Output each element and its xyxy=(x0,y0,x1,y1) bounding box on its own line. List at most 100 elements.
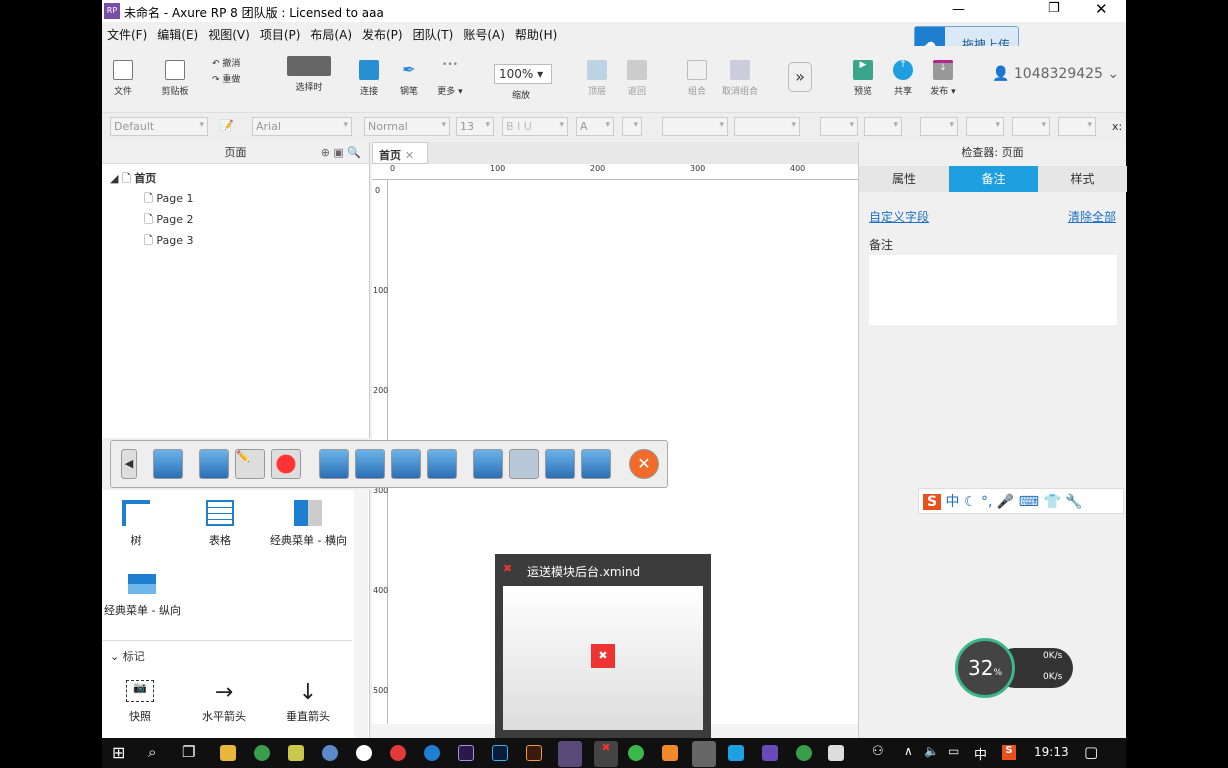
page-item[interactable]: 🗋 Page 3 xyxy=(144,232,193,251)
ungroup-button[interactable]: 取消组合 xyxy=(720,60,760,97)
zoom-select[interactable]: 100% ▾ xyxy=(494,64,552,84)
wechat-icon[interactable] xyxy=(628,745,644,761)
tab-properties[interactable]: 属性 xyxy=(859,166,949,192)
menu-account[interactable]: 账号(A) xyxy=(458,22,510,47)
close-tab-icon[interactable]: ✕ xyxy=(405,149,414,162)
illustrator-icon[interactable] xyxy=(526,745,542,761)
close-recorder-icon[interactable]: ✕ xyxy=(629,449,659,479)
app-icon[interactable] xyxy=(662,745,678,761)
expand-toolbar-button[interactable]: » xyxy=(788,62,812,92)
line-color-select[interactable] xyxy=(920,117,958,136)
image-icon[interactable] xyxy=(509,449,539,479)
custom-fields-link[interactable]: 自定义字段 xyxy=(869,208,929,225)
baidu-cloud-icon[interactable] xyxy=(728,745,744,761)
ime-toolbar[interactable]: S 中 ☾ °, 🎤 ⌨ 👕 🔧 xyxy=(918,488,1124,514)
bring-top-button[interactable]: 顶层 xyxy=(584,60,610,97)
clock[interactable]: 19:13 xyxy=(1034,745,1069,759)
tab-notes[interactable]: 备注 xyxy=(949,166,1038,192)
network-monitor[interactable]: 32% 0K/s 0K/s xyxy=(955,638,1073,698)
fill-color-select[interactable] xyxy=(820,117,858,136)
input-lang[interactable]: 中 xyxy=(974,744,987,763)
xmind-thumbnail-popup[interactable]: ✖ 运送模块后台.xmind ✖ xyxy=(495,554,711,738)
size-select[interactable]: 13 xyxy=(456,117,494,136)
select-mode-button[interactable]: 选择时 xyxy=(278,56,340,93)
publish-button[interactable]: ↓ 发布 ▾ xyxy=(928,60,958,97)
widget-table[interactable]: 表格 xyxy=(206,500,234,548)
multi-screen-icon[interactable] xyxy=(427,449,457,479)
widget-menu-vertical[interactable]: 经典菜单 - 纵向 xyxy=(104,574,181,618)
region-icon[interactable] xyxy=(355,449,385,479)
pencil-icon[interactable]: ✏️ xyxy=(235,449,265,479)
menu-edit[interactable]: 编辑(E) xyxy=(152,22,203,47)
record-icon[interactable] xyxy=(271,449,301,479)
kugou-icon[interactable] xyxy=(424,745,440,761)
group-button[interactable]: 组合 xyxy=(684,60,710,97)
qq-icon[interactable] xyxy=(356,745,372,761)
widget-snapshot[interactable]: 📷 快照 xyxy=(126,680,154,724)
text-color-select[interactable]: A xyxy=(576,117,614,136)
photoshop-icon[interactable] xyxy=(492,745,508,761)
tab-style[interactable]: 样式 xyxy=(1038,166,1127,192)
weibo-icon[interactable] xyxy=(390,745,406,761)
widget-tree[interactable]: 树 xyxy=(122,500,150,548)
close-button[interactable]: ✕ xyxy=(1095,0,1108,18)
minimize-button[interactable]: — xyxy=(952,2,965,17)
volume-icon[interactable]: 🔈 xyxy=(924,744,939,758)
widget-menu-horizontal[interactable]: 经典菜单 - 横向 xyxy=(270,500,347,548)
explorer-icon[interactable] xyxy=(220,745,236,761)
bold-italic-underline[interactable]: B I U xyxy=(502,117,568,136)
mic-icon[interactable] xyxy=(199,449,229,479)
tray-chevron-icon[interactable]: ∧ xyxy=(904,744,913,758)
page-item[interactable]: 🗋 Page 2 xyxy=(144,211,193,230)
back-arrow-icon[interactable]: ◀ xyxy=(121,449,137,479)
bullet-button[interactable] xyxy=(622,117,642,136)
widget-v-arrow[interactable]: ↓ 垂直箭头 xyxy=(286,680,330,724)
pen-button[interactable]: ✒ 钢笔 xyxy=(394,60,424,97)
file-button[interactable]: 文件 xyxy=(108,60,138,97)
axure-taskbar-icon[interactable] xyxy=(558,741,582,767)
redo-button[interactable]: ↷ 重做 xyxy=(212,72,240,85)
list-icon[interactable] xyxy=(545,449,575,479)
connect-button[interactable]: 连接 xyxy=(354,60,384,97)
user-account[interactable]: 👤 1048329425 ⌄ xyxy=(992,66,1119,82)
notepad-icon[interactable] xyxy=(828,745,844,761)
page-item[interactable]: 🗋 Page 1 xyxy=(144,190,193,209)
send-back-button[interactable]: 返回 xyxy=(624,60,650,97)
fullscreen-icon[interactable] xyxy=(391,449,421,479)
line-width-select[interactable] xyxy=(966,117,1004,136)
menu-help[interactable]: 帮助(H) xyxy=(510,22,562,47)
chrome-icon[interactable] xyxy=(254,745,270,761)
arrow-style-select[interactable] xyxy=(1058,117,1096,136)
page-actions-icons[interactable]: ⊕ ▣ 🔍 xyxy=(321,142,361,164)
style-select[interactable]: Default xyxy=(110,117,208,136)
widgets-scrollbar[interactable] xyxy=(354,490,368,738)
menu-project[interactable]: 项目(P) xyxy=(255,22,306,47)
network-icon[interactable]: ▭ xyxy=(948,744,959,758)
menu-team[interactable]: 团队(T) xyxy=(408,22,459,47)
notification-icon[interactable]: ▢ xyxy=(1084,743,1098,761)
font-select[interactable]: Arial xyxy=(252,117,352,136)
film-icon[interactable] xyxy=(473,449,503,479)
after-effects-icon[interactable] xyxy=(458,745,474,761)
menu-publish[interactable]: 发布(P) xyxy=(357,22,408,47)
chrome-icon[interactable] xyxy=(796,745,812,761)
widget-h-arrow[interactable]: → 水平箭头 xyxy=(202,680,246,724)
clear-all-link[interactable]: 清除全部 xyxy=(1068,208,1116,225)
preview-button[interactable]: ▶ 预览 xyxy=(850,60,876,97)
menu-layout[interactable]: 布局(A) xyxy=(305,22,357,47)
tree-root[interactable]: ◢ 🗋 首页 xyxy=(110,170,156,189)
people-icon[interactable]: ⚇ xyxy=(872,744,884,759)
task-view-icon[interactable]: ❐ xyxy=(182,743,195,761)
xmind-taskbar-icon[interactable]: ✖ xyxy=(594,741,618,767)
app-icon[interactable] xyxy=(322,745,338,761)
weight-select[interactable]: Normal xyxy=(364,117,450,136)
line-style-select[interactable] xyxy=(1012,117,1050,136)
windows-start-icon[interactable]: ⊞ xyxy=(112,743,125,762)
screen-icon[interactable] xyxy=(153,449,183,479)
chart-icon[interactable] xyxy=(581,449,611,479)
tab-home[interactable]: 首页 ✕ xyxy=(372,142,428,164)
share-button[interactable]: ↑ 共享 xyxy=(890,60,916,97)
visio-icon[interactable] xyxy=(762,745,778,761)
undo-button[interactable]: ↶ 撤消 xyxy=(212,56,240,69)
more-button[interactable]: ••• 更多 ▾ xyxy=(432,60,468,97)
